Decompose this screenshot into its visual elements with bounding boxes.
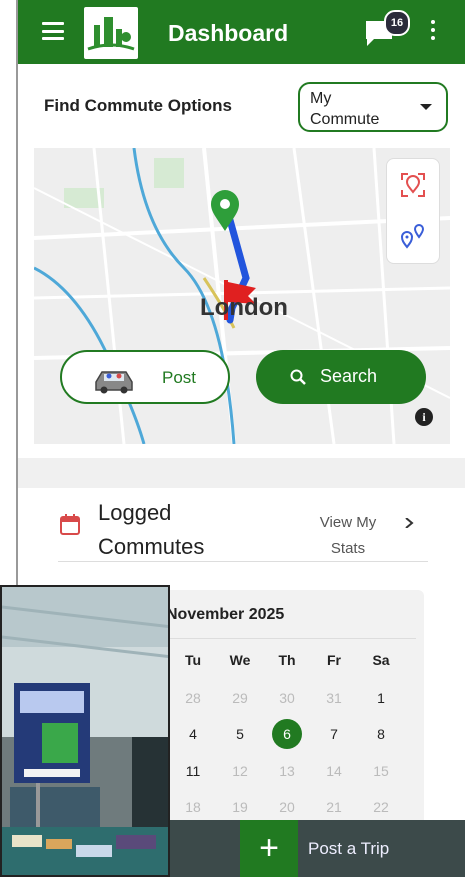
calendar-day[interactable]: 19 (225, 799, 255, 815)
commute-selector-value: My Commute (310, 90, 380, 128)
calendar-day[interactable]: 20 (272, 799, 302, 815)
calendar-day[interactable]: 15 (366, 763, 396, 779)
calendar-month-label: November 2025 (166, 606, 285, 623)
weekday-label: Fr (327, 652, 341, 668)
weekday-label: Th (278, 652, 296, 668)
calendar: November 2025 Tu We Th Fr Sa 28 29 30 31… (150, 590, 424, 830)
search-icon (290, 369, 306, 385)
calendar-day[interactable]: 28 (178, 690, 208, 706)
locate-icon[interactable] (387, 159, 439, 211)
search-button[interactable]: Search (256, 350, 426, 404)
calendar-day[interactable]: 1 (366, 690, 396, 706)
divider (58, 561, 428, 562)
calendar-day[interactable]: 22 (366, 799, 396, 815)
notification-badge: 16 (384, 10, 410, 36)
calendar-day[interactable]: 8 (366, 726, 396, 742)
weekday-label: We (229, 652, 251, 668)
post-button-label: Post (162, 368, 197, 387)
app-logo (84, 7, 138, 59)
plus-icon[interactable]: + (240, 820, 298, 877)
calendar-day[interactable]: 31 (319, 690, 349, 706)
calendar-day[interactable]: 18 (178, 799, 208, 815)
calendar-day[interactable]: 12 (225, 763, 255, 779)
divider (160, 638, 416, 639)
weekday-label: Sa (372, 652, 390, 668)
calendar-day[interactable]: 7 (319, 726, 349, 742)
more-vert-icon[interactable] (430, 20, 436, 44)
calendar-day[interactable]: 21 (319, 799, 349, 815)
page-title: Dashboard (168, 20, 289, 46)
chevron-right-icon[interactable] (404, 518, 414, 528)
commute-map[interactable]: London Post Search i (34, 148, 450, 444)
post-trip-bar[interactable]: + Post a Trip (170, 820, 465, 877)
calendar-day[interactable]: 30 (272, 690, 302, 706)
commute-selector[interactable]: My Commute (298, 82, 448, 132)
map-city-label: London (200, 294, 288, 321)
car-icon (95, 371, 133, 394)
origin-pin-icon (211, 190, 239, 231)
search-button-label: Search (320, 366, 378, 386)
section-divider (18, 458, 465, 488)
post-trip-label: Post a Trip (308, 839, 390, 858)
app-bar: Dashboard 16 (18, 0, 465, 64)
calendar-day[interactable]: 5 (225, 726, 255, 742)
route-icon[interactable] (387, 211, 439, 263)
calendar-day[interactable]: 29 (225, 690, 255, 706)
calendar-icon (60, 514, 80, 535)
info-icon[interactable]: i (415, 408, 433, 426)
event-photo (0, 585, 170, 877)
menu-icon[interactable] (42, 22, 64, 40)
caret-down-icon (420, 104, 432, 110)
map-tools (386, 158, 440, 264)
find-commute-label: Find Commute Options (44, 96, 232, 115)
calendar-day[interactable]: 13 (272, 763, 302, 779)
calendar-day[interactable]: 11 (178, 763, 208, 779)
calendar-day[interactable]: 4 (178, 726, 208, 742)
view-stats-link[interactable]: View My Stats (308, 510, 388, 562)
calendar-day-selected[interactable]: 6 (272, 719, 302, 749)
logged-commutes-title: Logged Commutes (98, 500, 205, 559)
post-button[interactable]: Post (60, 350, 230, 404)
weekday-label: Tu (184, 652, 202, 668)
calendar-day[interactable]: 14 (319, 763, 349, 779)
